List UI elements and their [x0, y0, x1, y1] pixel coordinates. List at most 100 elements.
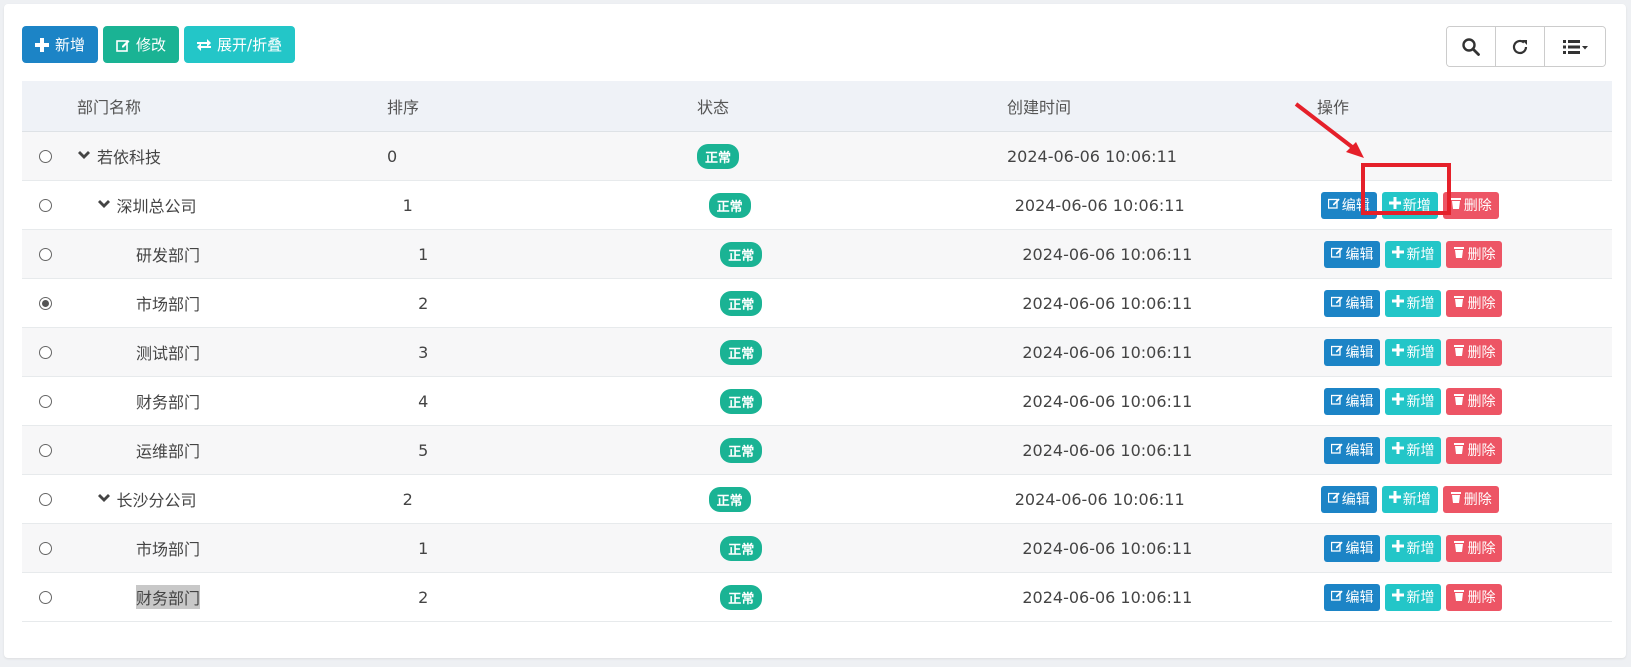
row-delete-button[interactable]: 删除 — [1446, 289, 1503, 317]
row-add-button[interactable]: 新增 — [1385, 436, 1442, 464]
table-row[interactable]: 市场部门 1 正常 2024-06-06 10:06:11 编辑 新增 删除 — [22, 524, 1612, 573]
row-edit-label: 编辑 — [1345, 394, 1374, 410]
row-delete-button[interactable]: 删除 — [1446, 387, 1503, 415]
row-edit-button[interactable]: 编辑 — [1324, 534, 1381, 562]
row-edit-label: 编辑 — [1345, 541, 1374, 557]
row-select-radio[interactable] — [39, 492, 52, 506]
table-row[interactable]: 运维部门 5 正常 2024-06-06 10:06:11 编辑 新增 删除 — [22, 426, 1612, 475]
search-toggle-button[interactable] — [1447, 27, 1496, 66]
status-badge: 正常 — [708, 192, 751, 218]
row-delete-label: 删除 — [1463, 198, 1492, 214]
row-delete-button[interactable]: 删除 — [1446, 338, 1503, 366]
row-select-radio[interactable] — [39, 443, 52, 457]
row-add-label: 新增 — [1406, 394, 1435, 410]
table-row[interactable]: 研发部门 1 正常 2024-06-06 10:06:11 编辑 新增 删除 — [22, 230, 1612, 279]
row-delete-label: 删除 — [1467, 541, 1496, 557]
chevron-down-icon[interactable] — [97, 492, 115, 506]
toolbar: 新增 修改 展开/折叠 — [22, 26, 296, 63]
row-select-radio[interactable] — [39, 541, 52, 555]
trash-icon — [1453, 295, 1465, 311]
row-delete-button[interactable]: 删除 — [1446, 534, 1503, 562]
row-select-radio[interactable] — [39, 394, 52, 408]
row-select-radio[interactable] — [39, 198, 52, 212]
edit-icon — [1331, 540, 1344, 556]
created-time: 2024-06-06 10:06:11 — [1022, 342, 1193, 362]
trash-icon — [1453, 589, 1465, 605]
edit-button-label: 修改 — [136, 36, 167, 54]
dept-order: 2 — [402, 489, 413, 509]
row-select-radio[interactable] — [39, 149, 52, 163]
row-edit-button[interactable]: 编辑 — [1320, 485, 1377, 513]
row-edit-button[interactable]: 编辑 — [1324, 387, 1381, 415]
search-icon — [1462, 37, 1480, 56]
chevron-down-icon[interactable] — [77, 149, 95, 163]
row-add-button[interactable]: 新增 — [1385, 387, 1442, 415]
edit-icon — [1331, 344, 1344, 360]
add-button[interactable]: 新增 — [22, 26, 99, 63]
row-edit-label: 编辑 — [1345, 345, 1374, 361]
created-time: 2024-06-06 10:06:11 — [1022, 244, 1193, 264]
row-edit-label: 编辑 — [1345, 247, 1374, 263]
table-row[interactable]: 测试部门 3 正常 2024-06-06 10:06:11 编辑 新增 删除 — [22, 328, 1612, 377]
row-add-button[interactable]: 新增 — [1385, 240, 1442, 268]
row-delete-button[interactable]: 删除 — [1446, 240, 1503, 268]
chevron-down-icon[interactable] — [97, 198, 115, 212]
row-add-label: 新增 — [1406, 590, 1435, 606]
created-time: 2024-06-06 10:06:11 — [1022, 293, 1193, 313]
row-delete-button[interactable]: 删除 — [1442, 485, 1499, 513]
table-row[interactable]: 财务部门 4 正常 2024-06-06 10:06:11 编辑 新增 删除 — [22, 377, 1612, 426]
row-delete-button[interactable]: 删除 — [1446, 583, 1503, 611]
row-edit-button[interactable]: 编辑 — [1324, 583, 1381, 611]
row-edit-button[interactable]: 编辑 — [1324, 338, 1381, 366]
table-row[interactable]: 长沙分公司 2 正常 2024-06-06 10:06:11 编辑 新增 删除 — [22, 475, 1612, 524]
row-delete-button[interactable]: 删除 — [1442, 191, 1499, 219]
row-add-label: 新增 — [1406, 541, 1435, 557]
trash-icon — [1450, 197, 1462, 213]
row-select-radio[interactable] — [39, 590, 52, 604]
status-badge: 正常 — [720, 388, 763, 414]
edit-button[interactable]: 修改 — [103, 26, 180, 63]
created-time: 2024-06-06 10:06:11 — [1022, 440, 1193, 460]
status-badge: 正常 — [708, 486, 751, 512]
dept-order: 1 — [402, 195, 413, 215]
trash-icon — [1453, 442, 1465, 458]
plus-icon — [1392, 246, 1405, 262]
status-badge: 正常 — [720, 437, 763, 463]
edit-icon — [116, 39, 130, 52]
content-panel: 新增 修改 展开/折叠 部门名称 排序 状态 创建时间 操作 若依科技 0 正常… — [4, 4, 1626, 658]
row-delete-button[interactable]: 删除 — [1446, 436, 1503, 464]
dept-order: 1 — [418, 538, 429, 558]
row-add-button[interactable]: 新增 — [1385, 583, 1442, 611]
created-time: 2024-06-06 10:06:11 — [1014, 195, 1185, 215]
table-row[interactable]: 市场部门 2 正常 2024-06-06 10:06:11 编辑 新增 删除 — [22, 279, 1612, 328]
row-add-label: 新增 — [1406, 296, 1435, 312]
row-select-radio[interactable] — [39, 345, 52, 359]
dept-order: 5 — [418, 440, 429, 460]
row-add-button[interactable]: 新增 — [1385, 289, 1442, 317]
columns-button[interactable] — [1545, 27, 1605, 66]
row-add-button[interactable]: 新增 — [1385, 534, 1442, 562]
row-edit-button[interactable]: 编辑 — [1324, 240, 1381, 268]
expand-collapse-label: 展开/折叠 — [217, 36, 283, 54]
row-delete-label: 删除 — [1467, 443, 1496, 459]
row-add-button[interactable]: 新增 — [1385, 338, 1442, 366]
status-badge: 正常 — [720, 584, 763, 610]
row-select-radio[interactable] — [39, 247, 52, 261]
edit-icon — [1331, 589, 1344, 605]
dept-name: 市场部门 — [136, 295, 201, 314]
created-time: 2024-06-06 10:06:11 — [1014, 489, 1185, 509]
table-row[interactable]: 财务部门 2 正常 2024-06-06 10:06:11 编辑 新增 删除 — [22, 573, 1612, 622]
exchange-icon — [197, 38, 212, 51]
dept-order: 1 — [418, 244, 429, 264]
row-select-radio[interactable] — [39, 296, 52, 310]
created-time: 2024-06-06 10:06:11 — [1022, 538, 1193, 558]
dept-name: 若依科技 — [97, 148, 162, 167]
refresh-button[interactable] — [1496, 27, 1545, 66]
row-edit-button[interactable]: 编辑 — [1324, 289, 1381, 317]
expand-collapse-button[interactable]: 展开/折叠 — [184, 26, 296, 63]
row-edit-button[interactable]: 编辑 — [1324, 436, 1381, 464]
refresh-icon — [1512, 39, 1528, 54]
plus-icon — [1392, 589, 1405, 605]
row-add-button[interactable]: 新增 — [1381, 485, 1438, 513]
plus-icon — [1392, 393, 1405, 409]
